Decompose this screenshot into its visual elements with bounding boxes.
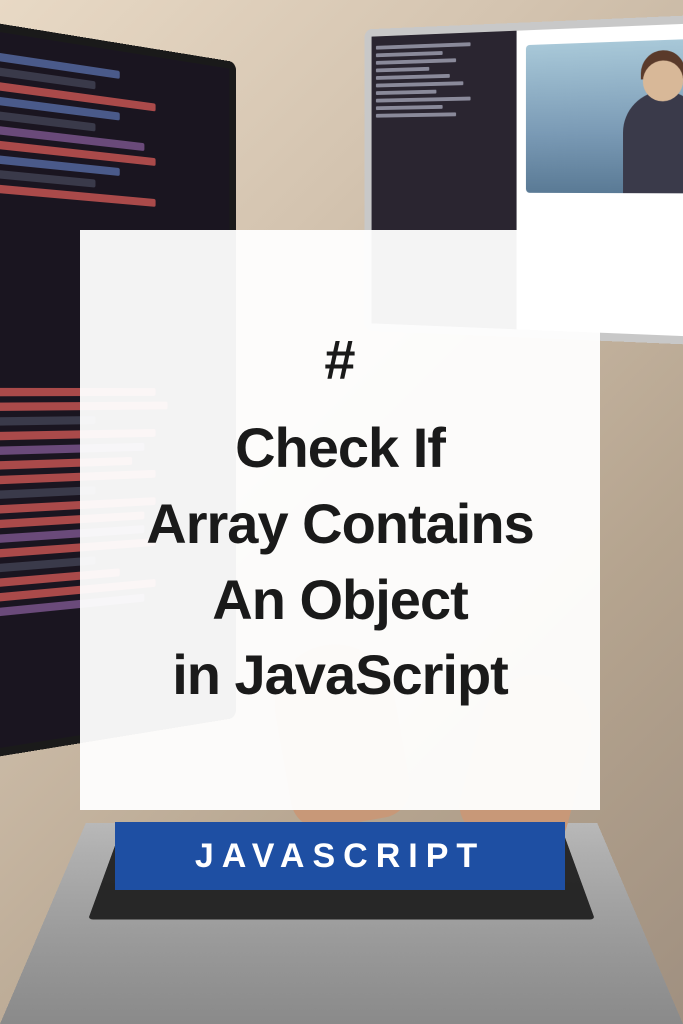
title-line-2: Array Contains [146, 486, 533, 562]
title-text: Check If Array Contains An Object in Jav… [146, 410, 533, 712]
title-line-3: An Object [146, 562, 533, 638]
hash-symbol: # [324, 327, 355, 392]
content-card: # Check If Array Contains An Object in J… [80, 230, 600, 810]
title-line-1: Check If [146, 410, 533, 486]
title-line-4: in JavaScript [146, 637, 533, 713]
category-badge: JAVASCRIPT [115, 822, 565, 890]
category-label: JAVASCRIPT [195, 837, 485, 876]
code-editor-lines [0, 47, 213, 217]
browser-hero-image [526, 35, 683, 194]
